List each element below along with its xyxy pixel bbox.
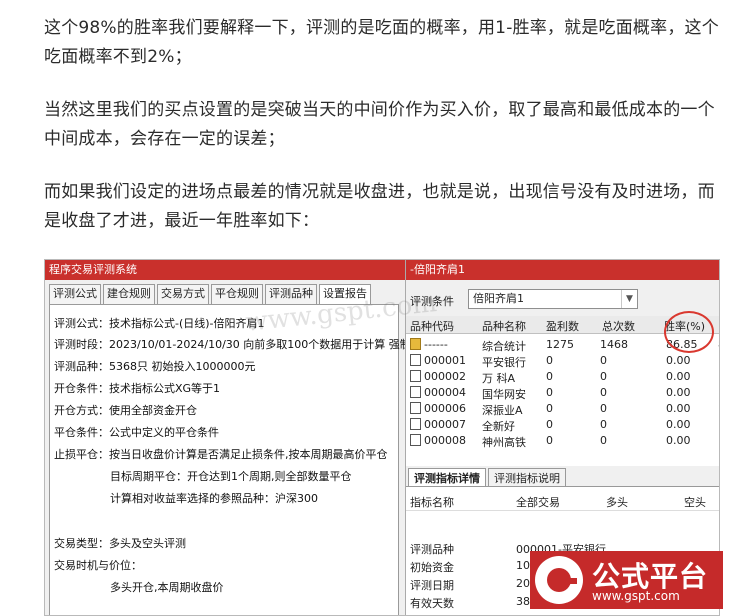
table-row[interactable]: 000001 平安银行 0 0 0.00: [406, 352, 719, 369]
detail-value: 10: [516, 559, 530, 572]
tab-open-rules[interactable]: 建仓规则: [103, 284, 155, 304]
col-name[interactable]: 品种名称: [482, 318, 526, 334]
brand-logo: 公式平台 www.gspt.com: [530, 551, 723, 609]
report-line: 计算相对收益率选择的参照品种：沪深300: [110, 492, 318, 505]
highlight-circle: [664, 311, 714, 353]
detail-name: 评测日期: [410, 579, 454, 592]
report-line: 评测时段：2023/10/01-2024/10/30 向前多取100个数据用于计…: [54, 338, 411, 351]
table-row[interactable]: 000007 全新好 0 0 0.00: [406, 416, 719, 433]
tab-metric-details[interactable]: 评测指标详情: [408, 468, 486, 487]
report-line: 开仓条件：技术指标公式XG等于1: [54, 382, 221, 395]
detail-col-long: 多头: [606, 496, 628, 509]
row-total: 0: [600, 402, 607, 415]
row-wins: 1275: [546, 338, 574, 351]
detail-header: 指标名称 全部交易 多头 空头: [406, 491, 719, 511]
paragraph-buy-point: 当然这里我们的买点设置的是突破当天的中间价作为买入价，取了最高和最低成本的一个中…: [44, 100, 715, 149]
detail-col-short: 空头: [684, 496, 706, 509]
tab-metric-notes[interactable]: 评测指标说明: [488, 468, 566, 487]
row-total: 0: [600, 354, 607, 367]
window-title: 程序交易评测系统: [45, 260, 405, 280]
detail-name: 有效天数: [410, 597, 454, 610]
formula-select[interactable]: 倍阳齐肩1 ▼: [468, 289, 638, 309]
row-rate: 0.00: [666, 402, 691, 415]
row-total: 0: [600, 386, 607, 399]
row-name: 神州高铁: [482, 436, 526, 449]
report-line: 交易类型：多头及空头评测: [54, 537, 186, 550]
row-code: ------: [424, 338, 448, 351]
row-rate: 0.00: [666, 386, 691, 399]
row-total: 0: [600, 418, 607, 431]
tab-formula[interactable]: 评测公式: [49, 284, 101, 304]
detail-name: 初始资金: [410, 561, 454, 574]
report-line: 多头开仓,本周期收盘价: [110, 581, 224, 594]
report-line: 交易时机与价位：: [54, 559, 142, 572]
row-extra: 8: [718, 338, 719, 351]
report-line: 评测品种：5368只 初始投入1000000元: [54, 360, 256, 373]
formula-select-value: 倍阳齐肩1: [473, 292, 524, 305]
row-rate: 0.00: [666, 354, 691, 367]
table-row[interactable]: 000008 神州高铁 0 0 0.00: [406, 432, 719, 449]
report-line: 评测公式：技术指标公式-(日线)-倍阳齐肩1: [54, 317, 265, 330]
row-wins: 0: [546, 434, 553, 447]
row-total: 0: [600, 370, 607, 383]
row-total: 1468: [600, 338, 628, 351]
row-code: 000006: [424, 402, 466, 415]
brand-url: www.gspt.com: [592, 589, 680, 603]
row-rate: 0.00: [666, 434, 691, 447]
row-wins: 0: [546, 418, 553, 431]
table-row[interactable]: 000002 万 科A 0 0 0.00: [406, 368, 719, 385]
detail-name: 评测品种: [410, 543, 454, 556]
detail-col-all: 全部交易: [516, 496, 560, 509]
report-panel: 评测公式：技术指标公式-(日线)-倍阳齐肩1 评测时段：2023/10/01-2…: [49, 304, 411, 615]
row-code: 000008: [424, 434, 466, 447]
row-code: 000007: [424, 418, 466, 431]
row-total: 0: [600, 434, 607, 447]
report-line: 平仓条件：公式中定义的平仓条件: [54, 426, 219, 439]
table-row[interactable]: 000006 深振业A 0 0 0.00: [406, 400, 719, 417]
report-line: 目标周期平仓：开仓达到1个周期,则全部数量平仓: [110, 470, 352, 483]
row-wins: 0: [546, 402, 553, 415]
row-code: 000001: [424, 354, 466, 367]
report-line: 止损平仓：按当日收盘价计算是否满足止损条件,按本周期最高价平仓: [54, 448, 388, 461]
results-title: -倍阳齐肩1: [406, 260, 719, 280]
row-code: 000004: [424, 386, 466, 399]
file-icon: [410, 386, 421, 398]
col-code[interactable]: 品种代码: [410, 318, 454, 334]
table-row[interactable]: 000004 国华网安 0 0 0.00: [406, 384, 719, 401]
file-icon: [410, 354, 421, 366]
col-total[interactable]: 总次数: [602, 318, 635, 334]
col-wins[interactable]: 盈利数: [546, 318, 579, 334]
results-toolbar: 评测条件 倍阳齐肩1 ▼: [410, 288, 719, 312]
chevron-down-icon[interactable]: ▼: [621, 290, 637, 308]
detail-tabs: 评测指标详情 评测指标说明: [408, 468, 568, 487]
g-logo-icon: [535, 556, 583, 604]
row-rate: 0.00: [666, 418, 691, 431]
row-code: 000002: [424, 370, 466, 383]
report-line: 开仓方式：使用全部资金开仓: [54, 404, 197, 417]
detail-value: 38: [516, 595, 530, 608]
tab-trade-mode[interactable]: 交易方式: [157, 284, 209, 304]
detail-col-name: 指标名称: [410, 496, 454, 509]
file-icon: [410, 402, 421, 414]
detail-value: 20: [516, 577, 530, 590]
file-icon: [410, 370, 421, 382]
paragraph-win-rate: 这个98%的胜率我们要解释一下，评测的是吃面的概率，用1-胜率，就是吃面概率，这…: [44, 18, 719, 67]
file-icon: [410, 434, 421, 446]
tab-close-rules[interactable]: 平仓规则: [211, 284, 263, 304]
row-wins: 0: [546, 386, 553, 399]
file-icon: [410, 418, 421, 430]
row-wins: 0: [546, 370, 553, 383]
row-wins: 0: [546, 354, 553, 367]
row-rate: 0.00: [666, 370, 691, 383]
folder-icon: [410, 338, 421, 350]
paragraph-close-entry: 而如果我们设定的进场点最差的情况就是收盘进，也就是说，出现信号没有及时进场，而是…: [44, 182, 715, 231]
